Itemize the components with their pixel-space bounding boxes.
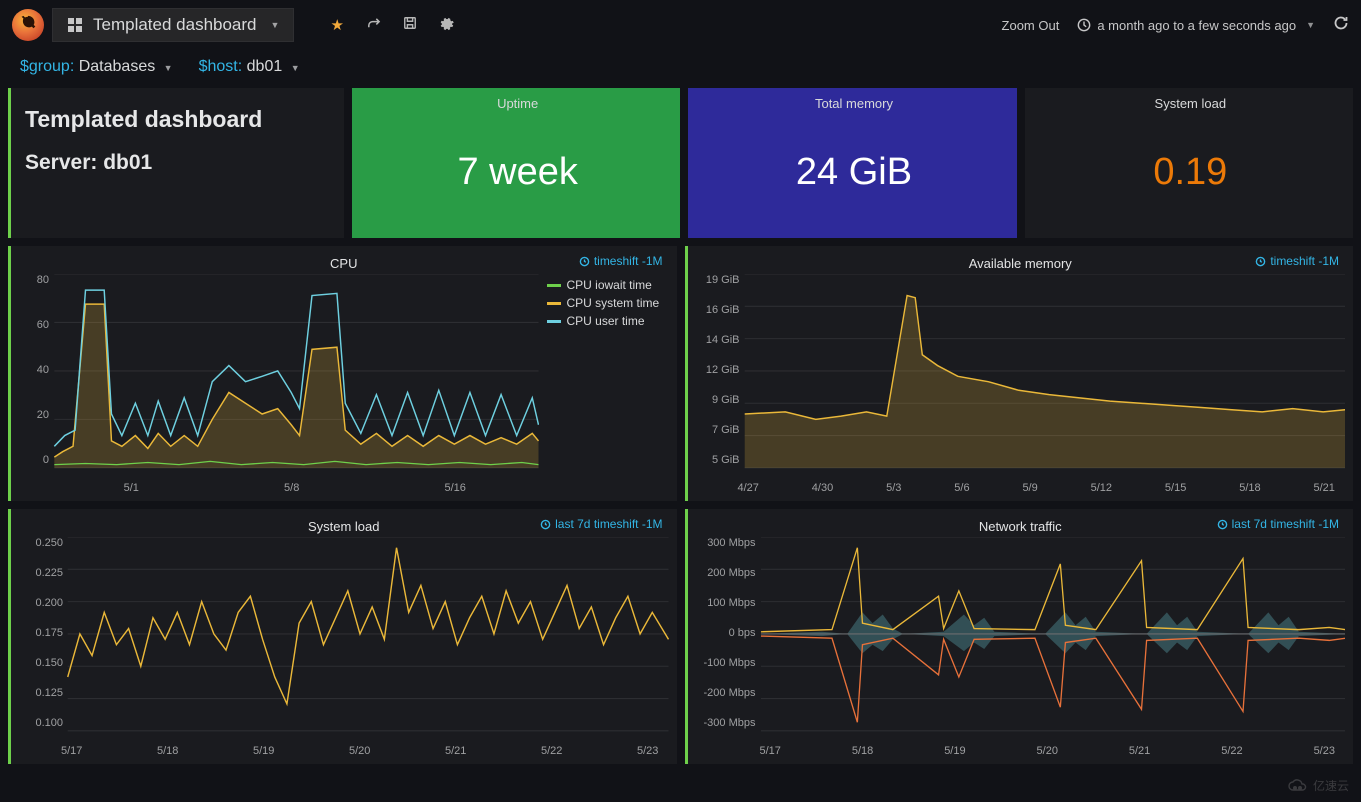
clock-icon: [1255, 256, 1266, 267]
load-yaxis: 0.2500.2250.2000.1750.1500.1250.100: [19, 537, 67, 729]
cpu-xaxis: 5/15/85/16: [19, 482, 539, 494]
save-icon[interactable]: [403, 16, 417, 35]
dashboard-picker[interactable]: Templated dashboard ▼: [52, 8, 294, 42]
panel-system-load[interactable]: System load last 7d timeshift -1M 0.2500…: [8, 509, 677, 764]
load-plot[interactable]: 0.2500.2250.2000.1750.1500.1250.100 5/17…: [19, 537, 669, 747]
topbar: Templated dashboard ▼ ★ Zoom Out a month…: [0, 0, 1361, 50]
var-group-label: $group:: [20, 58, 74, 75]
title-panel: Templated dashboard Server: db01: [8, 88, 344, 238]
topbar-actions: ★: [330, 16, 453, 35]
row-graphs-1: CPU timeshift -1M 806040200: [0, 246, 1361, 501]
row-graphs-2: System load last 7d timeshift -1M 0.2500…: [0, 509, 1361, 764]
server-subtitle: Server: db01: [25, 151, 330, 175]
stat-total-memory[interactable]: Total memory 24 GiB: [688, 88, 1016, 238]
grafana-logo-icon[interactable]: [12, 9, 44, 41]
watermark: 亿速云: [1287, 777, 1349, 794]
clock-icon: [1217, 519, 1228, 530]
cpu-yaxis: 806040200: [19, 274, 53, 466]
legend-item[interactable]: CPU user time: [547, 314, 667, 328]
chevron-down-icon: ▼: [1306, 20, 1315, 30]
stat-uptime-value: 7 week: [457, 151, 577, 194]
gear-icon[interactable]: [439, 16, 454, 35]
legend-item[interactable]: CPU system time: [547, 296, 667, 310]
time-range-picker[interactable]: a month ago to a few seconds ago ▼: [1077, 18, 1315, 33]
page-title: Templated dashboard: [25, 106, 330, 133]
panel-load-timeshift: last 7d timeshift -1M: [540, 517, 662, 531]
dashboard-name: Templated dashboard: [93, 15, 257, 35]
mem-plot[interactable]: 19 GiB16 GiB14 GiB12 GiB9 GiB7 GiB5 GiB …: [696, 274, 1346, 484]
stat-uptime-title: Uptime: [497, 96, 538, 111]
var-host-value: db01 ▼: [247, 58, 300, 75]
panel-cpu[interactable]: CPU timeshift -1M 806040200: [8, 246, 677, 501]
chevron-down-icon: ▼: [271, 20, 280, 30]
refresh-icon[interactable]: [1333, 15, 1349, 36]
clock-icon: [1077, 18, 1091, 32]
grid-icon: [67, 17, 83, 33]
panel-net-title: Network traffic: [979, 519, 1062, 534]
panel-cpu-timeshift: timeshift -1M: [579, 254, 663, 268]
panel-net-timeshift: last 7d timeshift -1M: [1217, 517, 1339, 531]
legend-item[interactable]: CPU iowait time: [547, 278, 667, 292]
template-variable-bar: $group: Databases ▼ $host: db01 ▼: [0, 50, 1361, 88]
cpu-legend: CPU iowait time CPU system time CPU user…: [539, 274, 669, 484]
panel-mem-timeshift: timeshift -1M: [1255, 254, 1339, 268]
panel-load-title: System load: [308, 519, 380, 534]
time-range-label: a month ago to a few seconds ago: [1097, 18, 1296, 33]
clock-icon: [540, 519, 551, 530]
stat-memory-title: Total memory: [815, 96, 893, 111]
stat-memory-value: 24 GiB: [796, 151, 912, 194]
panel-cpu-title: CPU: [330, 256, 357, 271]
cpu-plot[interactable]: 806040200 5/15/85/16: [19, 274, 539, 484]
net-xaxis: 5/175/185/195/205/215/225/23: [696, 745, 1346, 757]
var-host-label: $host:: [199, 58, 243, 75]
stat-system-load[interactable]: System load 0.19: [1025, 88, 1353, 238]
var-group-value: Databases ▼: [79, 58, 173, 75]
panel-available-memory[interactable]: Available memory timeshift -1M 19 GiB16 …: [685, 246, 1354, 501]
zoom-out-button[interactable]: Zoom Out: [1002, 18, 1060, 33]
panel-network-traffic[interactable]: Network traffic last 7d timeshift -1M 30…: [685, 509, 1354, 764]
panel-mem-title: Available memory: [969, 256, 1072, 271]
row-stats: Templated dashboard Server: db01 Uptime …: [0, 88, 1361, 238]
var-group[interactable]: $group: Databases ▼: [20, 58, 173, 76]
mem-xaxis: 4/274/305/35/65/95/125/155/185/21: [696, 482, 1346, 494]
var-host[interactable]: $host: db01 ▼: [199, 58, 300, 76]
mem-yaxis: 19 GiB16 GiB14 GiB12 GiB9 GiB7 GiB5 GiB: [696, 274, 744, 466]
topbar-right: Zoom Out a month ago to a few seconds ag…: [1002, 15, 1349, 36]
star-icon[interactable]: ★: [330, 16, 343, 35]
net-yaxis: 300 Mbps200 Mbps100 Mbps0 bps-100 Mbps-2…: [696, 537, 760, 729]
cloud-icon: [1287, 779, 1309, 793]
load-xaxis: 5/175/185/195/205/215/225/23: [19, 745, 669, 757]
stat-uptime[interactable]: Uptime 7 week: [352, 88, 680, 238]
net-plot[interactable]: 300 Mbps200 Mbps100 Mbps0 bps-100 Mbps-2…: [696, 537, 1346, 747]
share-icon[interactable]: [366, 16, 381, 35]
clock-icon: [579, 256, 590, 267]
stat-load-value: 0.19: [1153, 151, 1227, 194]
stat-load-title: System load: [1155, 96, 1227, 111]
